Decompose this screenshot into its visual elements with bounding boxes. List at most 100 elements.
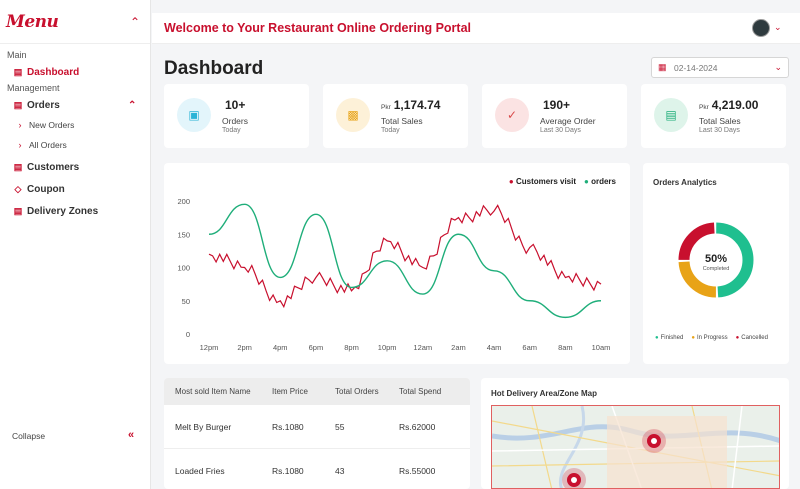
chevron-up-icon[interactable]: ⌃ [130,15,140,29]
sidebar-item-label: Delivery Zones [27,205,99,217]
sidebar-item-label: Coupon [27,183,65,195]
delivery-map[interactable] [491,405,780,489]
stat-value: Pkr 1,174.74 [381,98,440,112]
stat-icon-circle: ▤ [654,98,688,132]
column-header: Most sold Item Name [175,387,251,396]
legend-dot: ● [508,177,514,186]
stat-currency: Pkr [699,104,709,111]
legend-dot: ● [735,335,740,341]
date-picker[interactable]: ▦ 02-14-2024 ⌄ [651,57,789,78]
sidebar-item-label: Orders [27,99,60,111]
series-line [208,204,602,309]
stat-card: ▤ Pkr 4,219.00 Total Sales Last 30 Days [641,84,786,148]
avatar[interactable] [752,19,770,37]
stat-label: Orders [222,116,248,126]
stat-card: ▣ 10+ Orders Today [164,84,309,148]
table-row[interactable]: Melt By Burger Rs.1080 55 Rs.62000 [164,405,470,449]
app: Menu ⌃ Main ▤ Dashboard Management ▤ Ord… [0,0,800,489]
sidebar-item-all-orders[interactable]: › All Orders [0,135,150,155]
x-tick-label: 6pm [309,343,324,352]
chart-icon: ▤ [13,66,23,77]
table-row[interactable]: Loaded Fries Rs.1080 43 Rs.55000 [164,449,470,489]
x-tick-label: 2pm [237,343,252,352]
x-tick-label: 2am [451,343,466,352]
table-cell: Rs.62000 [399,422,436,432]
donut-svg: 50%Completed [678,222,754,298]
logo[interactable]: Menu [6,12,59,32]
stat-number: 10+ [225,98,246,112]
stat-period: Today [222,127,241,134]
column-header: Total Orders [335,387,379,396]
stat-card: ▩ Pkr 1,174.74 Total Sales Today [323,84,468,148]
legend-item: ● Finished [655,335,683,341]
legend-dot: ● [655,335,659,341]
users-icon: ▤ [13,161,23,172]
x-tick-label: 8am [558,343,573,352]
header-title: Welcome to Your Restaurant Online Orderi… [164,21,472,35]
legend-label: Finished [660,335,684,341]
section-main: Main [7,50,27,60]
sidebar-item-label: Customers [27,161,80,173]
stat-value: 190+ [540,98,570,112]
orders-analytics-card: Orders Analytics 50% Completed ● Finished … [643,163,789,364]
legend-item: ● In Progress [691,335,727,341]
logo-row: Menu ⌃ [0,0,150,44]
sidebar-item-dashboard[interactable]: ▤ Dashboard [0,62,150,82]
double-chevron-left-icon[interactable]: « [128,429,134,441]
stat-value: 10+ [222,98,245,112]
stat-icon-circle: ▣ [177,98,211,132]
donut-center-label: Completed [703,266,730,272]
table-header: Most sold Item Name Item Price Total Ord… [164,378,470,405]
legend-dot: ● [584,177,589,186]
x-tick-label: 4am [487,343,502,352]
donut-center-value: 50% [705,253,727,265]
sidebar-item-label: Dashboard [27,66,80,78]
top-header: Welcome to Your Restaurant Online Orderi… [152,13,800,44]
x-tick-label: 10pm [378,343,397,352]
sidebar-item-delivery-zones[interactable]: ▤ Delivery Zones [0,201,150,221]
x-tick-label: 10am [592,343,611,352]
sidebar-item-new-orders[interactable]: › New Orders [0,115,150,135]
column-header: Item Price [272,387,309,396]
map-title: Hot Delivery Area/Zone Map [491,389,597,398]
line-chart-svg: 0 50 100 150 200 12pm 2pm 4pm 6pm 8pm 10pm 12am 2am 4… [177,197,611,352]
stat-period: Last 30 Days [699,127,740,134]
stat-number: 1,174.74 [393,98,441,112]
basket-icon: ▣ [188,108,200,122]
sidebar-item-customers[interactable]: ▤ Customers [0,157,150,177]
chart-legend: ● Customers visit ● orders [509,177,616,186]
x-tick-label: 6am [522,343,537,352]
column-header: Total Spend [399,387,442,396]
stat-label: Total Sales [381,116,423,126]
map-icon: ▤ [13,205,23,216]
stat-number: 4,219.00 [711,98,759,112]
y-tick-label: 50 [182,297,190,306]
collapse-label[interactable]: Collapse [12,431,45,441]
chevron-down-icon[interactable]: ⌄ [774,22,782,33]
chevron-right-icon: › [18,120,22,130]
visits-orders-chart: ● Customers visit ● orders 0 50 100 150 200 1… [164,163,630,364]
y-tick-label: 150 [177,230,190,239]
donut-title: Orders Analytics [653,178,717,187]
legend-label: Cancelled [741,335,768,341]
money-icon: ▤ [665,108,677,122]
x-tick-label: 12pm [200,343,219,352]
chevron-right-icon: › [18,140,22,150]
table-cell: 55 [335,422,345,432]
calendar-icon: ▦ [658,62,667,72]
stat-number: 190+ [543,98,571,112]
chevron-up-icon[interactable]: ⌃ [128,100,136,111]
legend-item: ● Customers visit [509,177,576,186]
cart-icon: ✓ [506,108,518,122]
page-title: Dashboard [164,58,264,79]
bar-chart-icon: ▩ [347,108,359,122]
hotspot-marker[interactable] [642,429,666,453]
sidebar-item-orders[interactable]: ▤ Orders ⌃ [0,95,150,115]
sidebar-item-coupon[interactable]: ◇ Coupon [0,179,150,199]
legend-label: In Progress [696,335,728,341]
stat-period: Today [381,127,400,134]
legend-item: ● Cancelled [736,335,768,341]
stat-currency: Pkr [381,104,391,111]
table-cell: Rs.1080 [272,466,304,476]
table-cell: Rs.1080 [272,422,304,432]
